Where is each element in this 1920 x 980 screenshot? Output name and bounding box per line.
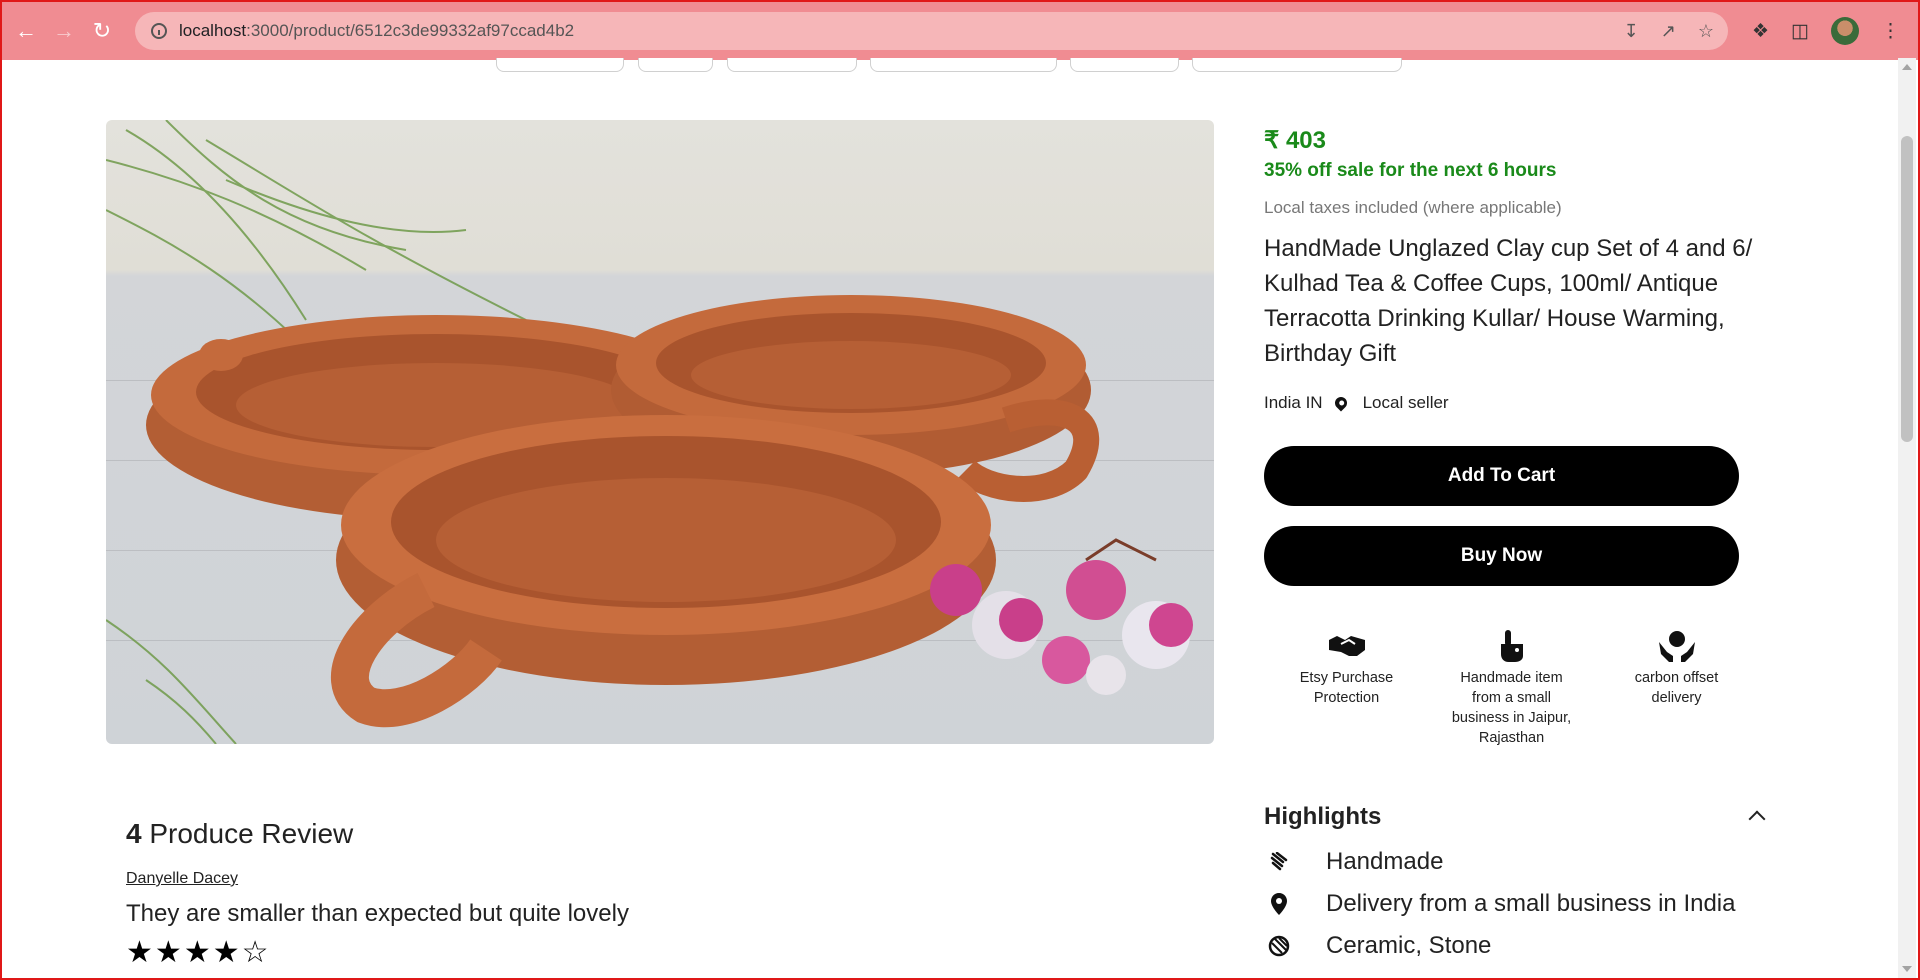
profile-avatar[interactable] [1831,17,1859,45]
buy-now-button[interactable]: Buy Now [1264,526,1739,586]
extensions-puzzle-icon[interactable]: ❖ [1752,20,1769,43]
scrollbar-thumb[interactable] [1901,136,1913,442]
category-pill[interactable] [1070,58,1179,72]
browser-toolbar: ← → ↻ localhost:3000/product/6512c3de993… [0,0,1920,60]
hands-holding-earth-icon [1657,630,1697,662]
highlight-item: Delivery from a small business in India [1264,890,1736,918]
star-filled-icon: ★ [212,936,240,969]
chevron-up-icon[interactable] [1748,810,1766,828]
category-pill[interactable] [1192,58,1402,72]
star-empty-icon: ☆ [241,936,269,969]
product-title: HandMade Unglazed Clay cup Set of 4 and … [1264,235,1753,367]
feature-item: Etsy Purchase Protection [1264,630,1429,748]
star-filled-icon: ★ [154,936,182,969]
product-image[interactable] [106,120,1214,744]
category-pill[interactable] [870,58,1057,72]
highlight-text: Handmade [1326,848,1444,875]
address-bar[interactable]: localhost:3000/product/6512c3de99332af97… [135,12,1728,50]
install-app-icon[interactable]: ↧ [1624,21,1639,42]
material-icon [1264,935,1294,957]
bookmark-star-icon[interactable]: ☆ [1698,21,1714,42]
hand-point-icon [1492,630,1532,662]
location-pin-icon [1264,893,1294,915]
feature-text: Handmade item from a small business in J… [1451,670,1572,746]
url-host: localhost [179,21,247,40]
clay-cups-illustration [106,120,1193,744]
category-pill[interactable] [727,58,857,72]
back-arrow-icon[interactable]: ← [12,17,40,45]
reload-icon[interactable]: ↻ [88,17,116,45]
review-text: They are smaller than expected but quite… [126,900,629,927]
star-filled-icon: ★ [183,936,211,969]
feature-item: Handmade item from a small business in J… [1429,630,1594,748]
highlight-text: Delivery from a small business in India [1326,890,1736,917]
origin-label: India IN [1264,393,1323,412]
url-path: :3000/product/6512c3de99332af97ccad4b2 [246,21,575,40]
review-count: 4 [126,818,142,849]
feature-item: carbon offset delivery [1594,630,1759,748]
seller-label: Local seller [1362,393,1449,412]
tax-note: Local taxes included (where applicable) [1264,198,1562,217]
feature-text: Etsy Purchase Protection [1299,670,1394,706]
forward-arrow-icon[interactable]: → [50,17,78,45]
highlights-title: Highlights [1264,803,1382,830]
hand-wave-icon [1264,852,1294,872]
site-info-icon[interactable] [151,23,167,39]
product-price: ₹ 403 [1264,127,1326,154]
side-panel-icon[interactable]: ◫ [1791,20,1809,43]
category-pill[interactable] [496,58,624,72]
category-pill[interactable] [638,58,713,72]
add-to-cart-button[interactable]: Add To Cart [1264,446,1739,506]
handshake-icon [1327,630,1367,662]
reviewer-name-link[interactable]: Danyelle Dacey [126,870,238,888]
url-text: localhost:3000/product/6512c3de99332af97… [179,21,574,41]
highlight-item: Handmade [1264,848,1443,876]
review-heading: 4 Produce Review [126,818,353,850]
browser-menu-icon[interactable]: ⋮ [1881,20,1900,43]
scroll-down-arrow-icon[interactable] [1902,966,1912,972]
share-icon[interactable]: ↗ [1661,21,1676,42]
location-pin-icon [1332,394,1350,412]
scroll-up-arrow-icon[interactable] [1902,64,1912,70]
review-heading-text: Produce Review [149,818,354,849]
highlight-item: Ceramic, Stone [1264,932,1491,960]
star-rating: ★ ★ ★ ★ ☆ [126,938,269,968]
page-viewport: ₹ 403 35% off sale for the next 6 hours … [0,58,1920,980]
sale-notice: 35% off sale for the next 6 hours [1264,160,1557,181]
seller-info: India IN Local seller [1264,393,1449,413]
highlight-text: Ceramic, Stone [1326,932,1492,959]
star-filled-icon: ★ [126,936,153,969]
feature-list: Etsy Purchase Protection Handmade item f… [1264,630,1759,748]
feature-text: carbon offset delivery [1634,670,1719,706]
page-scrollbar[interactable] [1898,58,1916,978]
